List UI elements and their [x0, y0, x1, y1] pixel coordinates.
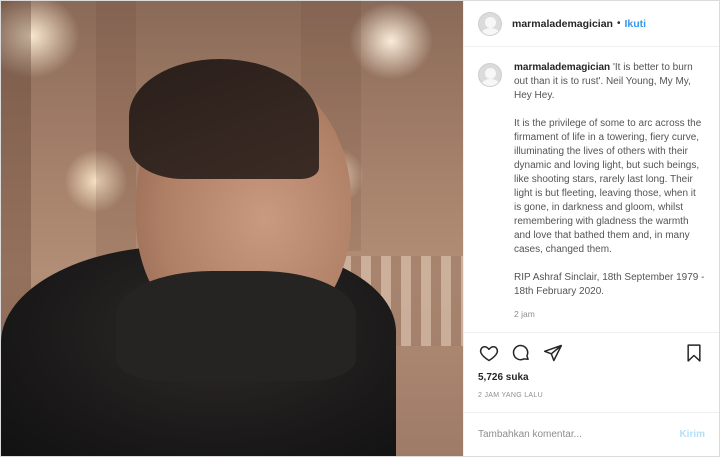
share-icon[interactable]: [542, 342, 564, 364]
comment-box: Kirim: [464, 412, 719, 456]
caption-paragraph: RIP Ashraf Sinclair, 18th September 1979…: [514, 272, 705, 297]
comment-icon[interactable]: [510, 342, 532, 364]
avatar[interactable]: [478, 11, 502, 36]
posted-ago: 2 JAM YANG LALU: [478, 392, 543, 399]
separator-dot: •: [616, 18, 621, 29]
action-bar: [464, 332, 719, 372]
post-sidebar: marmalademagician • Ikuti marmalademagic…: [463, 1, 719, 456]
caption-time: 2 jam: [514, 309, 535, 319]
caption: marmalademagician 'It is better to burn …: [478, 61, 705, 321]
caption-paragraph: It is the privilege of some to arc acros…: [514, 118, 702, 255]
bookmark-icon[interactable]: [683, 342, 705, 364]
post-username[interactable]: marmalademagician: [512, 18, 613, 30]
instagram-post: marmalademagician • Ikuti marmalademagic…: [0, 0, 720, 457]
send-button[interactable]: Kirim: [679, 429, 705, 440]
photo-hair: [129, 59, 319, 179]
heart-icon[interactable]: [478, 342, 500, 364]
likes-count[interactable]: 5,726 suka: [464, 372, 719, 388]
caption-avatar[interactable]: [478, 63, 502, 87]
comment-input[interactable]: [478, 429, 680, 440]
comments-area: marmalademagician 'It is better to burn …: [464, 47, 719, 332]
follow-button[interactable]: Ikuti: [624, 18, 646, 30]
photo-collar: [116, 271, 356, 381]
post-photo[interactable]: [1, 1, 463, 456]
caption-username[interactable]: marmalademagician: [514, 62, 610, 73]
caption-text: marmalademagician 'It is better to burn …: [514, 61, 705, 321]
post-header: marmalademagician • Ikuti: [464, 1, 719, 47]
